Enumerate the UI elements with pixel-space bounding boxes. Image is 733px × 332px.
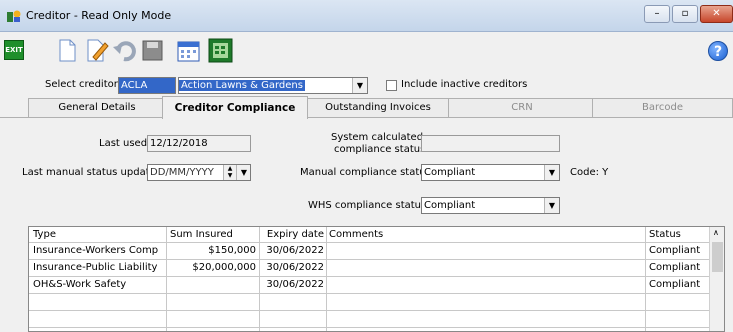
tab-panel-border (0, 117, 733, 118)
tab-bar: General Details Creditor Compliance Outs… (0, 96, 733, 119)
date-dropdown-icon[interactable]: ▼ (236, 165, 250, 180)
creditor-code-value: ACLA (121, 80, 148, 91)
help-icon: ? (713, 44, 723, 60)
select-creditor-label: Select creditor (45, 79, 118, 90)
insurance-grid[interactable]: Type Sum Insured Expiry date Comments St… (28, 226, 725, 332)
cell-comments[interactable] (329, 260, 641, 276)
last-used-field: 12/12/2018 (147, 135, 251, 152)
manual-compliance-status-select[interactable]: Compliant ▼ (421, 164, 560, 181)
cell-sum-insured[interactable] (169, 277, 256, 293)
cell-status[interactable]: Compliant (649, 243, 707, 259)
close-icon: ✕ (712, 8, 721, 19)
minimize-icon: – (654, 8, 660, 19)
title-bar: Creditor - Read Only Mode – ▫ ✕ (0, 0, 733, 32)
date-spinner-icon[interactable]: ▲ ▼ (223, 165, 236, 180)
tab-crn[interactable]: CRN (448, 98, 596, 117)
creditor-name-select[interactable]: Action Lawns & Gardens ▼ (178, 77, 368, 94)
creditor-name-value: Action Lawns & Gardens (179, 80, 305, 91)
last-manual-status-label: Last manual status updated (22, 167, 163, 178)
close-button[interactable]: ✕ (700, 5, 733, 23)
scroll-up-icon[interactable]: ∧ (713, 228, 719, 237)
chevron-down-icon[interactable]: ▼ (544, 198, 559, 213)
cell-type[interactable]: Insurance-Public Liability (33, 260, 163, 276)
app-icon (7, 10, 21, 22)
compliance-status-label: compliance status (334, 144, 426, 155)
manual-compliance-status-label: Manual compliance status (300, 167, 431, 178)
exit-icon: EXIT (5, 46, 23, 54)
save-icon[interactable] (139, 37, 166, 64)
column-header-comments[interactable]: Comments (329, 227, 383, 242)
report-icon[interactable] (207, 37, 234, 64)
cell-type[interactable] (33, 294, 163, 310)
tab-general-details[interactable]: General Details (28, 98, 166, 117)
scroll-thumb[interactable] (712, 242, 723, 272)
new-document-icon[interactable] (53, 37, 80, 64)
chevron-down-icon[interactable]: ▼ (544, 165, 559, 180)
exit-button[interactable]: EXIT (4, 40, 24, 60)
grid-row-divider (29, 327, 710, 328)
maximize-button[interactable]: ▫ (672, 5, 698, 23)
system-calculated-status-field (421, 135, 560, 152)
cell-sum-insured[interactable]: $20,000,000 (169, 260, 256, 276)
calendar-icon[interactable] (175, 37, 202, 64)
system-calculated-label: System calculated (331, 132, 424, 143)
help-button[interactable]: ? (708, 41, 728, 61)
undo-icon[interactable] (111, 37, 138, 64)
last-used-value: 12/12/2018 (150, 138, 208, 149)
cell-type[interactable]: OH&S-Work Safety (33, 277, 163, 293)
include-inactive-checkbox[interactable] (386, 80, 397, 91)
edit-icon[interactable] (83, 37, 110, 64)
compliance-code-text: Code: Y (570, 167, 609, 178)
minimize-button[interactable]: – (644, 5, 670, 23)
cell-comments[interactable] (329, 243, 641, 259)
manual-compliance-status-value: Compliant (424, 167, 476, 178)
column-header-type[interactable]: Type (33, 227, 56, 242)
cell-status[interactable]: Compliant (649, 260, 707, 276)
tab-outstanding-invoices[interactable]: Outstanding Invoices (304, 98, 452, 117)
cell-expiry-date[interactable]: 30/06/2022 (262, 243, 324, 259)
cell-type[interactable]: Insurance-Workers Comp (33, 243, 163, 259)
last-manual-date-field[interactable]: DD/MM/YYYY ▲ ▼ ▼ (147, 164, 251, 181)
cell-status[interactable]: Compliant (649, 277, 707, 293)
whs-compliance-status-value: Compliant (424, 200, 476, 211)
whs-compliance-status-label: WHS compliance status (308, 200, 427, 211)
cell-expiry-date[interactable]: 30/06/2022 (262, 260, 324, 276)
last-used-label: Last used (99, 138, 148, 149)
include-inactive-label: Include inactive creditors (401, 79, 528, 90)
toolbar: EXIT ? (0, 33, 733, 69)
tab-creditor-compliance[interactable]: Creditor Compliance (162, 96, 308, 119)
cell-comments[interactable] (329, 277, 641, 293)
cell-expiry-date[interactable]: 30/06/2022 (262, 277, 324, 293)
whs-compliance-status-select[interactable]: Compliant ▼ (421, 197, 560, 214)
grid-scrollbar[interactable]: ∧ (709, 227, 724, 331)
tab-barcode[interactable]: Barcode (592, 98, 733, 117)
column-header-status[interactable]: Status (649, 227, 681, 242)
column-header-expiry-date[interactable]: Expiry date (263, 227, 324, 242)
last-manual-date-value: DD/MM/YYYY (150, 167, 214, 178)
cell-type[interactable] (33, 311, 163, 327)
cell-sum-insured[interactable]: $150,000 (169, 243, 256, 259)
chevron-down-icon[interactable]: ▼ (352, 78, 367, 93)
creditor-code-field[interactable]: ACLA (118, 77, 176, 94)
column-header-sum-insured[interactable]: Sum Insured (170, 227, 233, 242)
window-title: Creditor - Read Only Mode (26, 9, 172, 22)
maximize-icon: ▫ (681, 8, 689, 19)
